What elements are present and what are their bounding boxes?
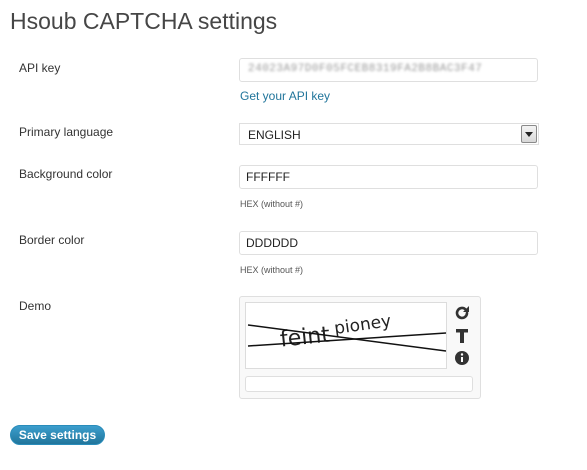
api-key-label: API key — [19, 61, 61, 75]
page-title: Hsoub CAPTCHA settings — [10, 8, 278, 34]
captcha-image: feint pioney — [245, 302, 447, 369]
chevron-down-icon[interactable] — [521, 125, 537, 143]
demo-label: Demo — [19, 299, 52, 313]
captcha-answer-input[interactable] — [245, 376, 473, 392]
refresh-icon[interactable] — [454, 305, 470, 321]
border-color-hint: HEX (without #) — [240, 265, 304, 275]
info-icon[interactable] — [454, 350, 470, 366]
captcha-demo: feint pioney — [239, 296, 481, 399]
text-icon[interactable] — [454, 328, 470, 344]
border-color-label: Border color — [19, 233, 85, 247]
get-api-key-link[interactable]: Get your API key — [240, 89, 330, 103]
captcha-word-1: feint — [279, 322, 332, 352]
api-key-value: 24023A97D0F05FCEB8319FA2B8BAC3F47 — [248, 63, 483, 75]
primary-language-select[interactable]: ENGLISH — [239, 123, 539, 145]
border-color-input[interactable] — [239, 231, 538, 255]
primary-language-label: Primary language — [19, 125, 114, 139]
save-settings-button[interactable]: Save settings — [10, 425, 105, 445]
background-color-hint: HEX (without #) — [240, 199, 304, 209]
background-color-label: Background color — [19, 167, 113, 181]
background-color-input[interactable] — [239, 165, 538, 189]
captcha-word-2: pioney — [333, 311, 392, 339]
primary-language-value: ENGLISH — [248, 128, 301, 142]
